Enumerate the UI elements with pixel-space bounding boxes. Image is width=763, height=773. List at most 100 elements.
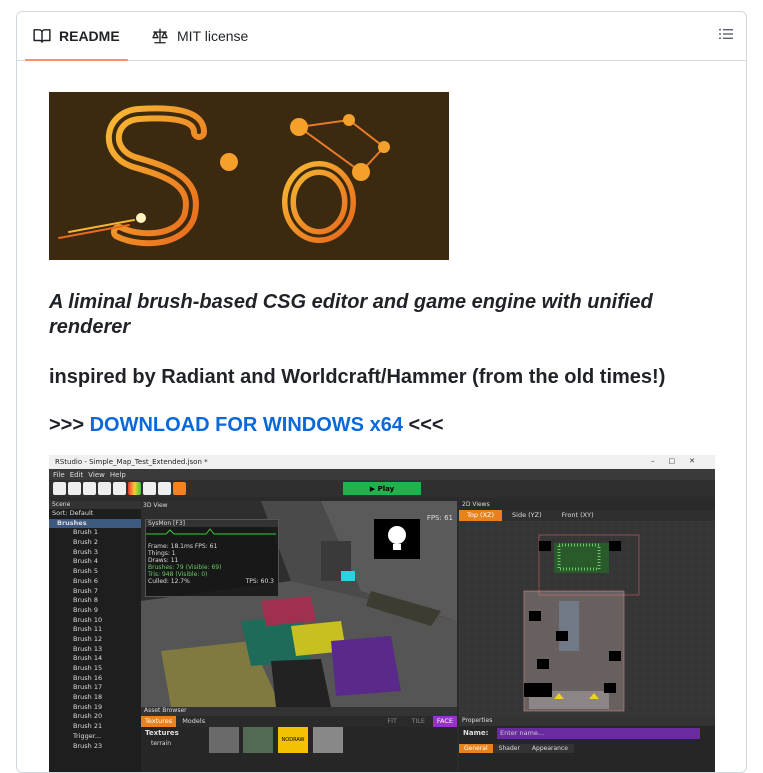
scene-brush-item: Brush 14	[73, 654, 103, 663]
outline-button[interactable]	[716, 26, 736, 46]
tab-license[interactable]: MIT license	[143, 12, 256, 60]
readme-card: README MIT license A liminal brush-based…	[16, 11, 747, 773]
download-link[interactable]: DOWNLOAD FOR WINDOWS x64	[90, 414, 403, 436]
pyramid-tool-icon	[83, 482, 96, 495]
view-tab-front: Front (XY)	[561, 511, 594, 519]
sphere-tool-icon	[68, 482, 81, 495]
scene-brush-item: Trigger...	[73, 731, 102, 740]
asset-textures-label: Textures	[145, 729, 179, 737]
palette-tool-icon	[158, 482, 171, 495]
properties-title: Properties	[459, 717, 715, 726]
tab-readme-label: README	[59, 28, 120, 44]
editor-play-button: ▶ Play	[343, 482, 421, 495]
view3d-fps: FPS: 61	[426, 514, 453, 522]
readme-tabbar: README MIT license	[17, 12, 746, 61]
scene-brush-item: Brush 8	[73, 596, 98, 605]
sysmon-stat-things: Things: 1	[148, 550, 176, 557]
prop-tab-appearance: Appearance	[525, 744, 574, 753]
scene-brush-item: Brush 2	[73, 538, 98, 547]
scene-brush-item: Brush 18	[73, 693, 103, 702]
download-suffix: <<<	[402, 414, 444, 436]
scene-sort: Sort: Default	[52, 509, 94, 517]
menu-file: File	[53, 470, 65, 479]
texture-thumb-nodraw: NODRAW	[278, 727, 308, 753]
editor-window-title: RStudio - Simple_Map_Test_Extended.json …	[55, 458, 208, 466]
scene-brush-item: Brush 4	[73, 557, 98, 566]
sysmon-stat-draws: Draws: 11	[148, 557, 179, 564]
asset-mode-face: FACE	[432, 716, 457, 727]
scene-brush-item: Brush 15	[73, 664, 103, 672]
scene-brush-item: Brush 23	[73, 741, 103, 750]
editor-titlebar: RStudio - Simple_Map_Test_Extended.json …	[49, 455, 715, 469]
editor-menubar: File Edit View Help	[49, 469, 715, 480]
download-prefix: >>>	[49, 414, 90, 436]
scene-brushes-header: Brushes	[49, 518, 141, 529]
scene-brush-item: Brush 1	[73, 528, 98, 537]
grid-tool-icon	[173, 482, 186, 495]
menu-view: View	[88, 470, 105, 479]
tab-readme[interactable]: README	[25, 12, 128, 61]
scene-brush-item: Brush 13	[73, 644, 103, 653]
texture-thumb	[209, 727, 239, 753]
asset-mode-fit: FIT	[387, 717, 397, 725]
menu-edit: Edit	[69, 470, 84, 479]
prop-tab-general: General	[459, 744, 493, 753]
cylinder-tool-icon	[98, 482, 111, 495]
scene-brush-item: Brush 21	[73, 722, 103, 731]
tab-license-label: MIT license	[177, 28, 249, 44]
editor-play-label: Play	[377, 484, 395, 493]
list-outline-icon	[718, 26, 734, 47]
editor-toolbar: ▶ Play	[49, 480, 715, 497]
sysmon-stat-brushes: Brushes: 79 (Visible: 69)	[148, 564, 222, 571]
scene-brush-item: Brush 9	[73, 605, 98, 614]
view3d-title: 3D View	[143, 502, 168, 509]
sysmon-title: SysMon [F3]	[146, 520, 278, 527]
properties-name-label: Name:	[463, 729, 489, 737]
download-heading: >>> DOWNLOAD FOR WINDOWS x64 <<<	[49, 414, 444, 437]
scene-brush-item: Brush 17	[73, 683, 103, 692]
scene-brush-item: Brush 10	[73, 615, 103, 624]
view-tab-top: Top (XZ)	[459, 510, 503, 521]
asset-terrain-label: terrain	[151, 740, 172, 747]
sysmon-graph	[146, 528, 276, 535]
views2d-title: 2D Views	[459, 501, 715, 510]
asset-mode-tile: TILE	[411, 717, 425, 725]
scene-brush-item: Brush 6	[73, 576, 98, 585]
tagline-heading: A liminal brush-based CSG editor and gam…	[49, 291, 653, 338]
sysmon-tps: TPS: 60.3	[245, 578, 274, 585]
texture-thumb	[243, 727, 273, 753]
window-controls: –□✕	[651, 457, 709, 465]
properties-name-field: Enter name...	[497, 728, 700, 739]
sysmon-frame: Frame: 18.1ms FPS: 61	[148, 543, 218, 550]
sysmon-overlay: SysMon [F3] Frame: 18.1ms FPS: 61 Things…	[145, 519, 279, 597]
menu-help: Help	[109, 470, 126, 479]
scene-brush-item: Brush 7	[73, 586, 98, 595]
scene-brush-item: Brush 12	[73, 634, 103, 643]
prop-tab-shader: Shader	[492, 744, 526, 753]
editor-properties-panel: Properties Name: Enter name... General S…	[459, 717, 715, 772]
scene-brush-item: Brush 3	[73, 547, 98, 556]
scale-icon	[151, 27, 169, 45]
color-tool-icon	[128, 482, 141, 495]
minus-tool-icon	[113, 482, 126, 495]
editor-2d-views: 2D Views Top (XZ) Side (YZ) Front (XY)	[459, 501, 715, 717]
editor-scene-panel: Scene Sort: Default Brushes Brush 1 Brush…	[49, 501, 141, 772]
asset-tab-models: Models	[182, 717, 206, 725]
sysmon-culled: Culled: 12.7%	[148, 578, 190, 585]
paint-tool-icon	[143, 482, 156, 495]
asset-browser-title: Asset Browser	[141, 707, 457, 716]
scene-header: Scene	[49, 501, 141, 509]
scene-brush-item: Brush 11	[73, 625, 103, 634]
sio-logo	[49, 92, 449, 260]
scene-brush-list: Brush 1 Brush 2 Brush 3 Brush 4 Brush 5 Brush…	[49, 528, 141, 751]
scene-brush-item: Brush 16	[73, 673, 103, 682]
scene-brush-item: Brush 5	[73, 567, 98, 576]
scene-brush-item: Brush 20	[73, 712, 103, 721]
book-icon	[33, 27, 51, 45]
editor-asset-browser: Asset Browser Textures Models FIT TILE F…	[141, 707, 457, 772]
scene-brush-item: Brush 19	[73, 702, 103, 711]
inspired-heading: inspired by Radiant and Worldcraft/Hamme…	[49, 366, 666, 388]
sysmon-stat-tris: Tris: 948 (Visible: 0)	[148, 571, 208, 578]
editor-3d-view: 3D View FPS: 61 SysMon [F3] Frame: 18.1m…	[141, 501, 457, 707]
cube-tool-icon	[53, 482, 66, 495]
